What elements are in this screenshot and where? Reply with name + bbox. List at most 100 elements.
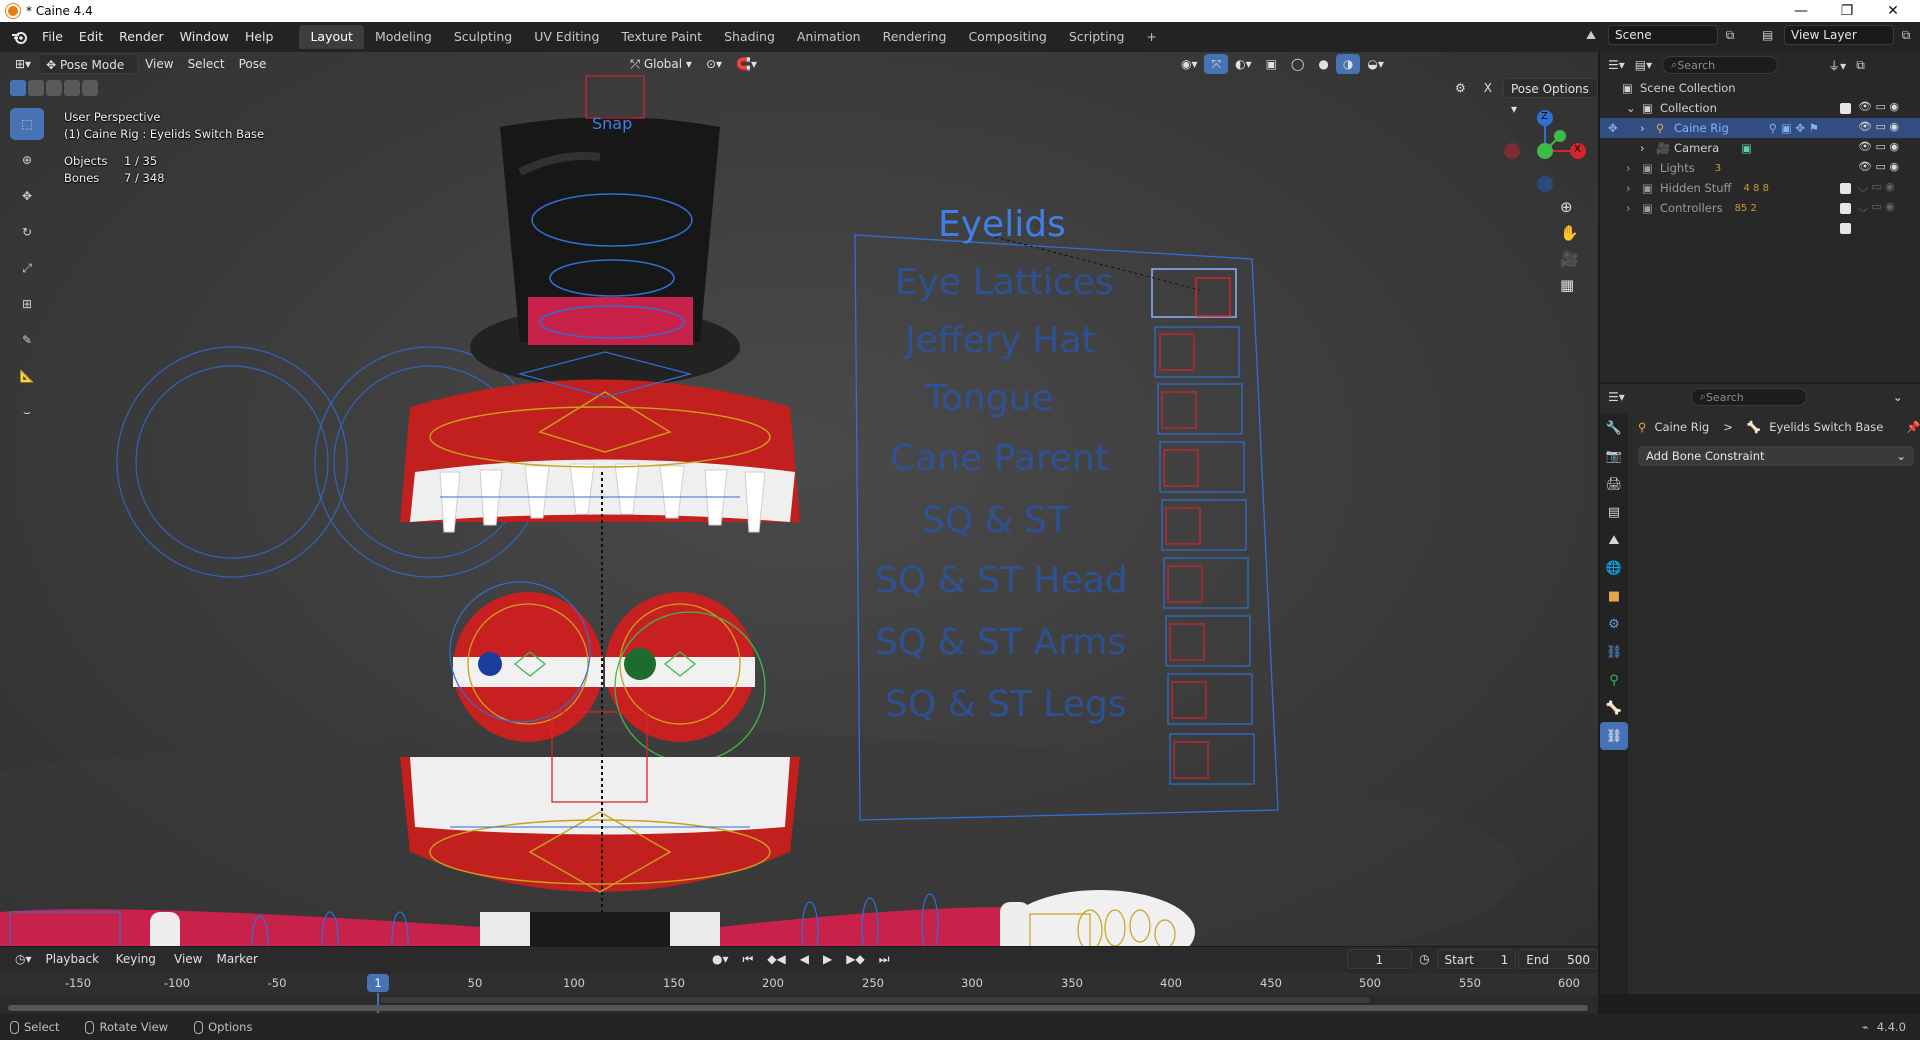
move-tool-icon[interactable]: ✥ <box>10 180 44 212</box>
ortho-grid-icon[interactable]: ▦ <box>1560 276 1579 294</box>
expand-chevron-icon[interactable]: › <box>1640 121 1656 135</box>
pivot-icon[interactable]: ⊙▾ <box>699 54 729 74</box>
xray-icon[interactable]: ▣ <box>1259 54 1284 74</box>
hidden-stuff-exclude-checkbox[interactable] <box>1840 203 1851 214</box>
properties-editor-icon[interactable]: ☰▾ <box>1608 390 1625 404</box>
gizmo-toggle-icon[interactable]: ⤧ <box>1204 54 1229 74</box>
marker-menu[interactable]: Marker <box>209 949 264 969</box>
menu-view[interactable]: View <box>138 54 180 74</box>
restore-button[interactable]: ❐ <box>1824 0 1870 22</box>
visibility-eye-icon[interactable]: ◡ ▭ ◉ <box>1858 200 1895 213</box>
tab-texture-paint[interactable]: Texture Paint <box>610 25 713 49</box>
expand-chevron-icon[interactable]: › <box>1626 181 1642 195</box>
pan-hand-icon[interactable]: ✋ <box>1560 224 1579 242</box>
scene-tab-icon[interactable]: ⛰ <box>1600 526 1628 554</box>
jump-start-icon[interactable]: ⏮ <box>735 949 760 969</box>
blender-menu-icon[interactable] <box>4 25 34 49</box>
visibility-eye-icon[interactable]: 👁 ▭ ◉ <box>1858 160 1899 173</box>
tab-layout[interactable]: Layout <box>299 25 364 49</box>
armature-data-tab-icon[interactable]: ⚲ <box>1600 666 1628 694</box>
menu-render[interactable]: Render <box>111 25 172 49</box>
timeline-editor-icon[interactable]: ◷▾ <box>8 949 39 969</box>
select-extend-icon[interactable] <box>28 80 44 96</box>
add-workspace-button[interactable]: + <box>1135 25 1167 49</box>
scale-tool-icon[interactable]: ⤢ <box>10 252 44 284</box>
jump-end-icon[interactable]: ⏭ <box>872 949 897 969</box>
view-layer-field[interactable]: View Layer <box>1784 25 1894 45</box>
breakdowner-tool-icon[interactable]: ⌣ <box>10 396 44 428</box>
playback-menu[interactable]: Playback ▾ <box>39 949 109 986</box>
view-layer-tab-icon[interactable]: ▤ <box>1600 498 1628 526</box>
3d-viewport[interactable]: Eyelids Eye Lattices Jeffery Hat Tongue … <box>0 52 1598 946</box>
tab-shading[interactable]: Shading <box>713 25 786 49</box>
filter-icon[interactable]: ⏚▾ <box>1828 57 1846 74</box>
bone-constraints-tab-icon[interactable]: ⛓ <box>1600 722 1628 750</box>
outliner-search-input[interactable]: ⌕ Search <box>1662 56 1779 74</box>
minimize-button[interactable]: — <box>1778 0 1824 22</box>
zoom-icon[interactable]: ⊕ <box>1560 198 1579 216</box>
tab-sculpting[interactable]: Sculpting <box>443 25 523 49</box>
mode-dropdown[interactable]: ✥ Pose Mode ▾ <box>38 54 139 92</box>
outliner-editor-icon[interactable]: ☰▾ <box>1608 58 1625 72</box>
shading-solid-icon[interactable]: ● <box>1311 54 1335 74</box>
controllers-exclude-checkbox[interactable] <box>1840 223 1851 234</box>
expand-chevron-icon[interactable]: ⌄ <box>1626 101 1642 115</box>
camera-view-icon[interactable]: 🎥 <box>1560 250 1579 268</box>
new-scene-icon[interactable]: ⧉ <box>1718 28 1742 43</box>
collection-exclude-checkbox[interactable] <box>1840 103 1851 114</box>
visibility-eye-icon[interactable]: ◡ ▭ ◉ <box>1858 180 1895 193</box>
select-invert-icon[interactable] <box>64 80 80 96</box>
view-layer-selector[interactable]: ▤ View Layer ⧉ <box>1762 25 1918 45</box>
tab-compositing[interactable]: Compositing <box>957 25 1057 49</box>
select-new-icon[interactable] <box>10 80 26 96</box>
play-icon[interactable]: ▶ <box>816 949 839 969</box>
properties-options-icon[interactable]: ⌄ <box>1893 390 1903 404</box>
overlay-icon[interactable]: ◐▾ <box>1228 54 1259 74</box>
menu-edit[interactable]: Edit <box>71 25 111 49</box>
world-tab-icon[interactable]: 🌐 <box>1600 554 1628 582</box>
mirror-x-button[interactable]: X <box>1477 78 1499 98</box>
new-view-layer-icon[interactable]: ⧉ <box>1894 28 1918 43</box>
select-box-tool-icon[interactable]: ⬚ <box>10 108 44 140</box>
render-tab-icon[interactable]: 📷 <box>1600 442 1628 470</box>
timeline-view-menu[interactable]: View <box>167 949 209 969</box>
cursor-tool-icon[interactable]: ⊕ <box>10 144 44 176</box>
tab-modeling[interactable]: Modeling <box>364 25 443 49</box>
scene-field[interactable]: Scene <box>1608 25 1718 45</box>
tool-tab-icon[interactable]: 🔧 <box>1600 414 1628 442</box>
annotate-tool-icon[interactable]: ✎ <box>10 324 44 356</box>
shading-wireframe-icon[interactable]: ◯ <box>1284 54 1311 74</box>
menu-pose[interactable]: Pose <box>232 54 274 74</box>
auto-keying-icon[interactable]: ●▾ <box>705 949 736 969</box>
display-mode-icon[interactable]: ▤▾ <box>1635 58 1652 72</box>
pose-options-dropdown[interactable]: Pose Options ▾ <box>1503 78 1598 116</box>
rotate-tool-icon[interactable]: ↻ <box>10 216 44 248</box>
end-frame-field[interactable]: End 500 <box>1518 949 1598 969</box>
menu-select[interactable]: Select <box>181 54 232 74</box>
menu-window[interactable]: Window <box>172 25 237 49</box>
measure-tool-icon[interactable]: 📐 <box>10 360 44 392</box>
tab-scripting[interactable]: Scripting <box>1058 25 1136 49</box>
object-constraints-tab-icon[interactable]: ⛓ <box>1600 638 1628 666</box>
transform-affect-icon[interactable]: ⚙ <box>1448 78 1473 98</box>
timeline-ruler[interactable]: -150 -100 -50 50 100 150 200 250 300 350… <box>0 973 1598 995</box>
tab-rendering[interactable]: Rendering <box>872 25 958 49</box>
outliner-row-scene-collection[interactable]: ▣ Scene Collection <box>1600 78 1920 98</box>
modifiers-tab-icon[interactable]: ⚙ <box>1600 610 1628 638</box>
pin-icon[interactable]: 📌 <box>1906 420 1920 434</box>
lights-exclude-checkbox[interactable] <box>1840 183 1851 194</box>
new-collection-icon[interactable]: ⧉ <box>1856 58 1865 73</box>
close-button[interactable]: ✕ <box>1870 0 1916 22</box>
current-frame-field[interactable]: 1 <box>1346 949 1413 969</box>
menu-file[interactable]: File <box>34 25 71 49</box>
bone-tab-icon[interactable]: 🦴 <box>1600 694 1628 722</box>
editor-type-icon[interactable]: ⊞▾ <box>8 54 38 74</box>
snap-icon[interactable]: 🧲▾ <box>729 54 764 74</box>
select-intersect-icon[interactable] <box>82 80 98 96</box>
timeline-scrollbar[interactable] <box>8 1005 1588 1011</box>
properties-search-input[interactable]: ⌕ Search <box>1690 388 1807 406</box>
output-tab-icon[interactable]: 🖨 <box>1600 470 1628 498</box>
transform-tool-icon[interactable]: ⊞ <box>10 288 44 320</box>
select-subtract-icon[interactable] <box>46 80 62 96</box>
pose-mode-icon[interactable]: ✥ <box>1608 121 1640 135</box>
